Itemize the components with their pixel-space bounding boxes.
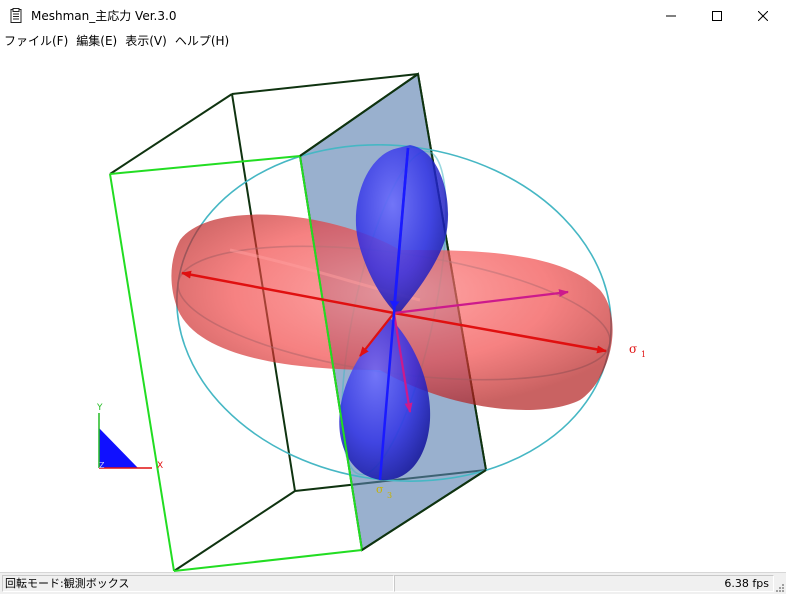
maximize-button[interactable] [694, 0, 740, 31]
3d-viewport[interactable]: σ 1 σ 3 Y X Z [0, 50, 786, 572]
sigma1-label: σ 1 [629, 342, 646, 359]
window-controls [648, 0, 786, 31]
svg-text:σ: σ [629, 342, 637, 356]
axis-y-label: Y [96, 403, 103, 413]
status-bar: 回転モード:観測ボックス 6.38 fps [0, 572, 786, 594]
scene-canvas[interactable]: σ 1 σ 3 Y X Z [0, 50, 786, 572]
svg-text:σ: σ [376, 483, 384, 496]
status-fps: 6.38 fps [394, 575, 774, 592]
menu-help[interactable]: ヘルプ(H) [171, 32, 233, 49]
menu-file[interactable]: ファイル(F) [0, 32, 72, 49]
menu-bar: ファイル(F) 編集(E) 表示(V) ヘルプ(H) [0, 31, 786, 51]
close-button[interactable] [740, 0, 786, 31]
window-title: Meshman_主応力 Ver.3.0 [31, 9, 177, 23]
svg-text:3: 3 [387, 491, 392, 500]
menu-edit[interactable]: 編集(E) [72, 32, 121, 49]
title-bar[interactable]: Meshman_主応力 Ver.3.0 [0, 0, 786, 31]
menu-view[interactable]: 表示(V) [121, 32, 171, 49]
axis-x-label: X [157, 461, 163, 471]
axis-z-label: Z [99, 461, 105, 470]
maximize-icon [712, 10, 722, 21]
app-icon[interactable] [8, 7, 24, 24]
status-mode: 回転モード:観測ボックス [2, 575, 394, 592]
minimize-button[interactable] [648, 0, 694, 31]
close-icon [758, 10, 768, 21]
minimize-icon [666, 15, 676, 16]
resize-grip-icon[interactable] [773, 581, 785, 593]
svg-text:1: 1 [641, 350, 646, 359]
